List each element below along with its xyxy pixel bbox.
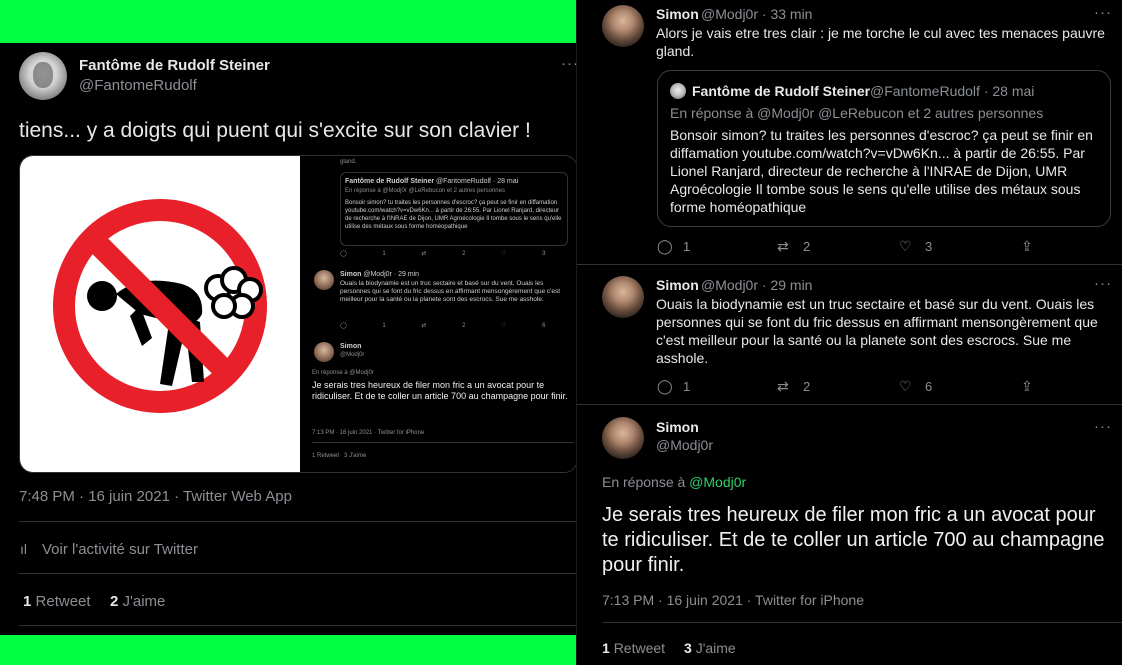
tweet-text: Je serais tres heureux de filer mon fric… (602, 504, 1105, 576)
divider (19, 573, 576, 574)
green-bottom-bar (0, 635, 577, 665)
more-icon[interactable]: ··· (1094, 275, 1112, 292)
author-name[interactable]: Simon (656, 277, 699, 293)
quote-author-name: Fantôme de Rudolf Steiner (692, 83, 871, 99)
author-handle[interactable]: @FantomeRudolf (79, 77, 197, 94)
ss-reply-text: Ouais la biodynamie est un truc sectaire… (340, 280, 561, 303)
ss-quote-name: Fantôme de Rudolf Steiner (345, 178, 435, 185)
author-handle[interactable]: @Modj0r · 33 min (701, 6, 812, 22)
tweet-meta[interactable]: 7:48 PM · 16 juin 2021 · Twitter Web App (19, 488, 292, 505)
reply-icon: ◯ (657, 378, 673, 394)
author-handle[interactable]: @Modj0r (656, 437, 713, 453)
ss-main-reply-to: En réponse à @Modj0r (312, 370, 374, 376)
tweet-text: Alors je vais etre tres clair : je me to… (656, 25, 1105, 59)
share-icon: ⇪ (1021, 238, 1033, 254)
embedded-screenshot: gland. Fantôme de Rudolf Steiner @Fantom… (300, 156, 577, 472)
author-name[interactable]: Simon (656, 6, 699, 22)
tweet-text: tiens... y a doigts qui puent qui s'exci… (19, 119, 531, 142)
reply-button[interactable]: ◯ 1 (657, 238, 690, 255)
share-icon: ⇪ (1021, 378, 1033, 394)
like-button[interactable]: ♡ 3 (899, 238, 932, 255)
reply-button[interactable]: ◯ 1 (657, 378, 690, 395)
ss-row2-counts: ◯ 1 ⇄ 2 ♡ 6 (340, 323, 546, 329)
quoted-tweet[interactable]: Fantôme de Rudolf Steiner @FantomeRudolf… (657, 70, 1111, 227)
more-icon[interactable]: ··· (1094, 4, 1112, 21)
tweet-text: Ouais la biodynamie est un truc sectaire… (656, 296, 1098, 366)
avatar[interactable] (602, 276, 644, 318)
like-button[interactable]: ♡ 6 (899, 378, 932, 395)
quote-author-handle: @FantomeRudolf · 28 mai (870, 83, 1035, 99)
ss-quote-reply: En réponse à @Modj0r @LeRebucon et 2 aut… (345, 188, 505, 194)
retweet-button[interactable]: ⇄ 2 (777, 378, 810, 395)
divider (602, 622, 1122, 623)
ss-main-stats: 1 Retweet 3 J'aime (312, 453, 367, 459)
left-tweet: Fantôme de Rudolf Steiner @FantomeRudolf… (0, 43, 578, 635)
activity-link[interactable]: Voir l'activité sur Twitter (42, 541, 198, 558)
retweets-stat[interactable]: 1 Retweet (602, 640, 665, 656)
retweet-button[interactable]: ⇄ 2 (777, 238, 810, 255)
author-avatar[interactable] (19, 52, 67, 100)
ss-quote-handle: @FantomeRudolf · 28 mai (436, 178, 519, 185)
ss-avatar-1 (314, 270, 334, 290)
quote-reply-to: En réponse à @Modj0r @LeRebucon et 2 aut… (670, 105, 1044, 121)
like-icon: ♡ (899, 378, 912, 394)
retweet-icon: ⇄ (777, 238, 789, 254)
ss-quote: Fantôme de Rudolf Steiner @FantomeRudolf… (340, 172, 568, 246)
ss-reply-handle: @Modj0r · 29 min (363, 271, 420, 278)
divider (577, 264, 1122, 265)
retweet-icon: ⇄ (777, 378, 789, 394)
share-button[interactable]: ⇪ (1021, 378, 1047, 395)
ss-avatar-2 (314, 342, 334, 362)
divider (19, 521, 576, 522)
quote-text: Bonsoir simon? tu traites les personnes … (670, 127, 1093, 215)
green-top-bar (0, 0, 577, 43)
ss-reply-name: Simon (340, 271, 362, 278)
ss-main-name: Simon (340, 343, 362, 350)
ss-main-handle: @Modj0r (340, 352, 365, 358)
no-fart-sign-icon (53, 199, 267, 413)
activity-icon[interactable]: ıl (20, 541, 27, 557)
right-thread: Simon @Modj0r · 33 min ··· Alors je vais… (577, 0, 1122, 665)
retweets-stat[interactable]: 1 Retweet (23, 593, 91, 610)
like-icon: ♡ (899, 238, 912, 254)
ss-quote-text: Bonsoir simon? tu traites les personnes … (345, 200, 562, 230)
reply-mention-link[interactable]: @Modj0r (689, 474, 746, 490)
reply-icon: ◯ (657, 238, 673, 254)
ss-row1-counts: ◯ 1 ⇄ 2 ♡ 3 (340, 251, 546, 257)
author-name[interactable]: Simon (656, 419, 699, 435)
author-name[interactable]: Fantôme de Rudolf Steiner (79, 57, 270, 74)
divider (577, 404, 1122, 405)
author-handle[interactable]: @Modj0r · 29 min (701, 277, 812, 293)
likes-stat[interactable]: 2 J'aime (110, 593, 165, 610)
ss-top-line: gland. (340, 159, 357, 165)
divider (19, 625, 576, 626)
avatar[interactable] (602, 5, 644, 47)
ss-main-meta: 7:13 PM · 16 juin 2021 · Twitter for iPh… (312, 430, 425, 436)
tweet-media[interactable]: gland. Fantôme de Rudolf Steiner @Fantom… (19, 155, 578, 473)
ss-main-text: Je serais tres heureux de filer mon fric… (312, 380, 568, 401)
more-icon[interactable]: ··· (1094, 418, 1112, 435)
quote-avatar (670, 83, 686, 99)
tweet-meta[interactable]: 7:13 PM · 16 juin 2021 · Twitter for iPh… (602, 592, 864, 608)
no-fart-sign-image (20, 156, 300, 472)
reply-to: En réponse à @Modj0r (602, 474, 747, 490)
likes-stat[interactable]: 3 J'aime (684, 640, 736, 656)
share-button[interactable]: ⇪ (1021, 238, 1047, 255)
avatar[interactable] (602, 417, 644, 459)
